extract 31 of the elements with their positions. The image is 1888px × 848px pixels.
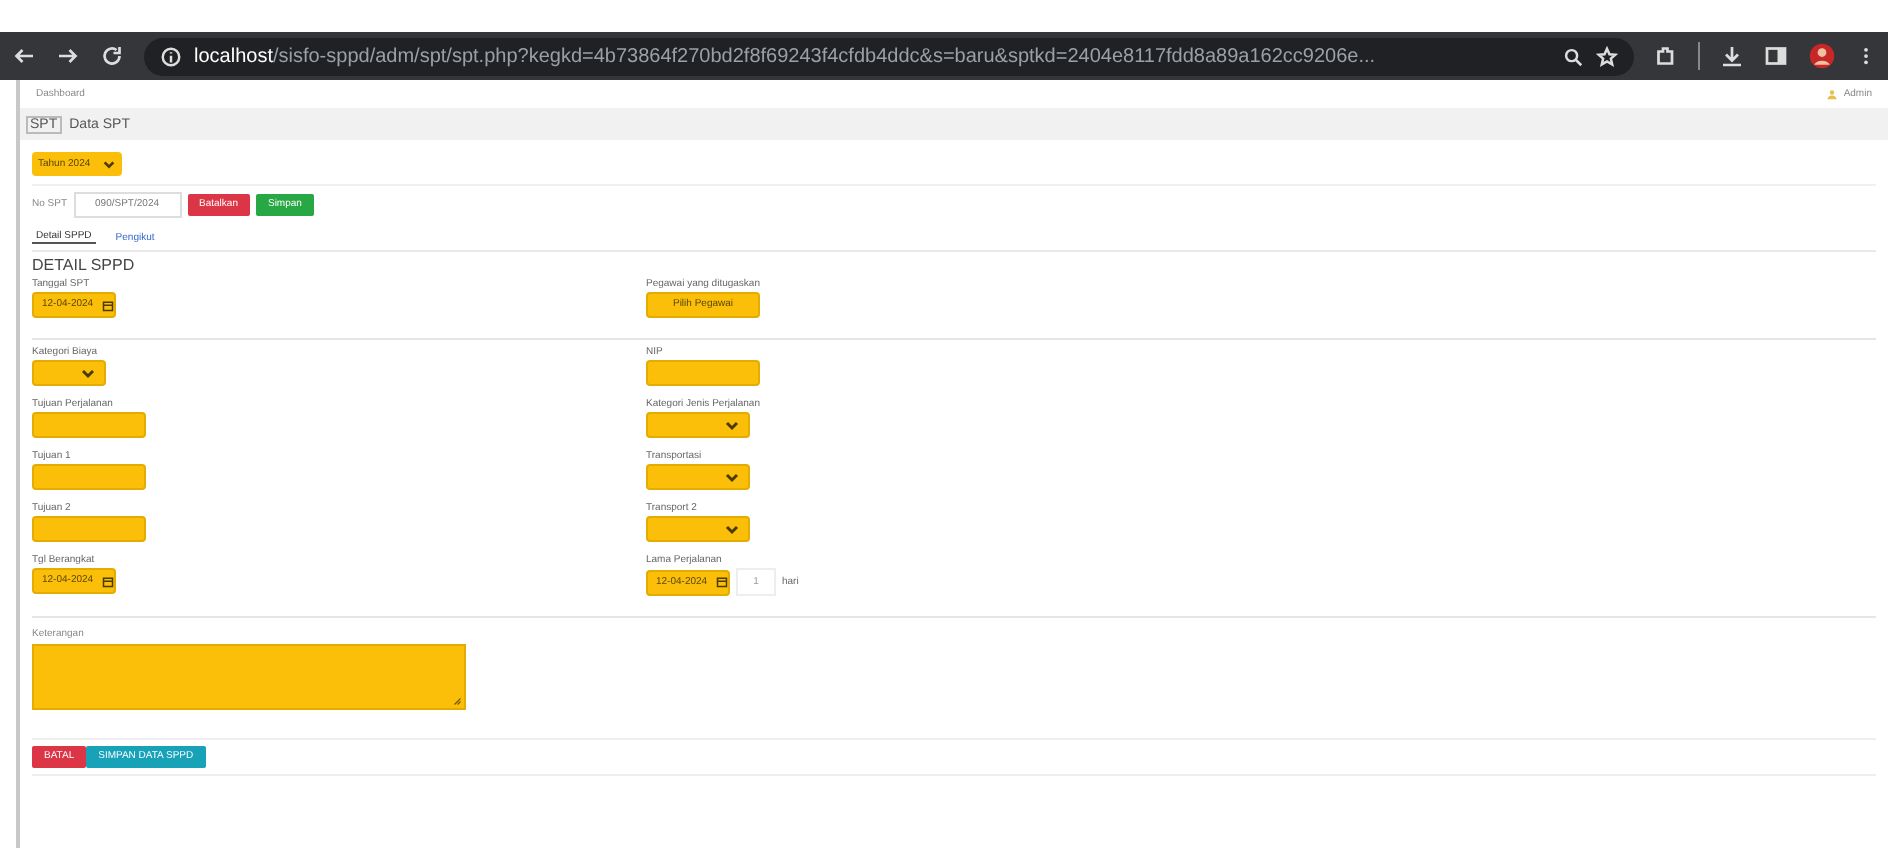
chevron-icon [724,417,740,433]
star-icon[interactable] [1596,45,1618,67]
avatar-icon[interactable] [1808,42,1836,70]
select-field[interactable] [646,412,750,438]
input-field[interactable] [32,464,146,490]
resize-handle-icon [450,694,462,706]
chevron-icon [102,157,116,171]
reload-icon[interactable] [100,44,124,68]
chevron-icon [724,469,740,485]
info-icon[interactable] [160,45,182,67]
address-bar[interactable]: localhost/sisfo-sppd/adm/spt/spt.php?kegkd=4b73864f270bd2f8f69243f4cfdb4ddc&s=baru&sptkd=2404e8117fdd8a89a162cc9206e... [144,37,1634,75]
chevron-icon [724,521,740,537]
input-field[interactable] [32,412,146,438]
user-icon [1825,88,1838,100]
input-field[interactable] [646,360,760,386]
chevron-icon [80,365,96,381]
calendar-icon [101,299,114,311]
url-text: localhost/sisfo-sppd/adm/spt/spt.php?kegkd=4b73864f270bd2f8f69243f4cfdb4ddc&s=baru&sptkd=2404e8117fdd8a89a162cc9206e... [194,45,1378,67]
section-heading: DETAIL SPPD [32,258,137,274]
back-icon[interactable] [12,44,36,68]
calendar-icon [101,575,114,587]
calendar-icon [715,576,728,588]
input-field[interactable] [32,516,146,542]
sidebar-icon[interactable] [1764,44,1788,68]
zoom-icon[interactable] [1562,45,1584,67]
download-icon[interactable] [1720,44,1744,68]
select-field[interactable] [646,516,750,542]
select-field[interactable] [646,464,750,490]
extension-icon[interactable] [1654,44,1678,68]
select-field[interactable] [32,360,106,386]
forward-icon[interactable] [56,44,80,68]
